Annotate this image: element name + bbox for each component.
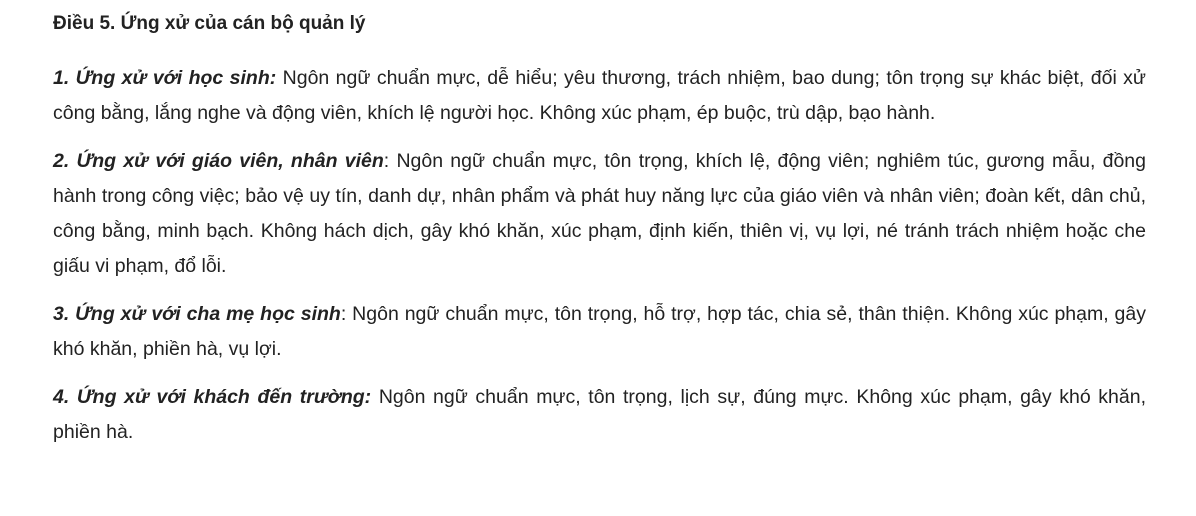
paragraph-teachers-staff: 2. Ứng xử với giáo viên, nhân viên: Ngôn… [53,144,1146,284]
paragraph-parents: 3. Ứng xử với cha mẹ học sinh: Ngôn ngữ … [53,297,1146,367]
article-heading: Điều 5. Ứng xử của cán bộ quản lý [53,13,366,34]
paragraph-lead: 1. Ứng xử với học sinh: [53,67,277,89]
paragraph-students: 1. Ứng xử với học sinh: Ngôn ngữ chuẩn m… [53,61,1146,131]
paragraph-lead: 4. Ứng xử với khách đến trường: [53,386,372,408]
paragraph-lead: 3. Ứng xử với cha mẹ học sinh [53,303,341,325]
paragraph-visitors: 4. Ứng xử với khách đến trường: Ngôn ngữ… [53,380,1146,450]
paragraph-lead: 2. Ứng xử với giáo viên, nhân viên [53,150,384,172]
article-content: Điều 5. Ứng xử của cán bộ quản lý 1. Ứng… [0,0,1196,516]
